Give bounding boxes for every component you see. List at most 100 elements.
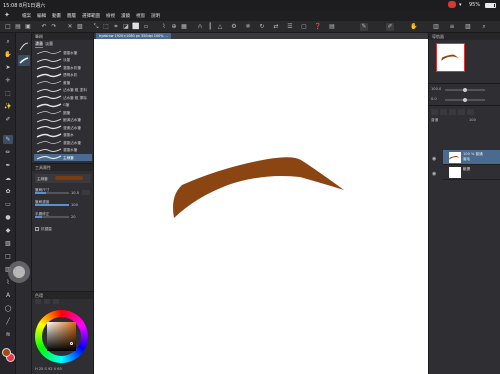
merge-layer-button[interactable] [458, 109, 465, 115]
hue-ring[interactable] [35, 310, 88, 363]
material-icon[interactable]: ▨ [464, 23, 472, 31]
layer-row-eyebrow[interactable]: 100 % 普通 眉毛 [443, 150, 500, 165]
brush-item[interactable]: 濃墨水彩筆 [34, 64, 92, 71]
new-layer-button[interactable] [431, 109, 438, 115]
figure-icon[interactable]: □ [3, 252, 13, 261]
hand-tool-icon[interactable]: ✋ [3, 50, 13, 59]
gear-icon[interactable]: ✵ [244, 23, 252, 31]
antialias-checkbox[interactable] [35, 227, 39, 231]
pen-tool-icon[interactable]: ✎ [3, 135, 13, 144]
auto-select-icon[interactable]: ✨ [3, 102, 13, 111]
menu-item[interactable]: 說明 [151, 13, 160, 19]
density-row[interactable]: 筆刷濃度 100 [35, 200, 92, 208]
help-icon[interactable]: ❓ [314, 23, 322, 31]
deselect-icon[interactable]: ⬚ [102, 23, 110, 31]
brush-item[interactable]: 畫筆 [34, 79, 92, 86]
airbrush-icon[interactable]: ☁ [3, 174, 13, 183]
menu-item[interactable]: 圖層 [67, 13, 76, 19]
fill-icon[interactable]: ▧ [76, 23, 84, 31]
brush-tab[interactable]: 淡墨 [45, 40, 53, 48]
shrink-selection-icon[interactable]: ▫ [142, 23, 150, 31]
assistive-touch-button[interactable] [8, 261, 30, 283]
brush-item[interactable]: 沾水筆 粗 擦除 [34, 94, 92, 101]
new-folder-button[interactable] [440, 109, 447, 115]
hand-icon[interactable]: ✋ [410, 23, 418, 31]
layer-row-paper[interactable]: 紙張 [443, 165, 500, 180]
blend-mode-select[interactable]: 普通 [431, 118, 438, 123]
undo-icon[interactable]: ↶ [40, 23, 48, 31]
transform-icon[interactable]: ⤡ [92, 23, 100, 31]
app-menu-icon[interactable]: ✦ [4, 11, 10, 19]
antialias-row[interactable]: 抗鋸齒 [35, 224, 92, 232]
gradient-icon[interactable]: ▧ [3, 239, 13, 248]
brush-tab[interactable]: 濃墨 [35, 40, 43, 48]
brush-item[interactable]: 濃墨水筆 [34, 49, 92, 56]
save-icon[interactable]: ▣ [24, 23, 32, 31]
eraser-icon[interactable]: ▭ [3, 200, 13, 209]
navigator-thumbnail[interactable] [436, 43, 465, 72]
opacity-value[interactable]: 100 [469, 118, 476, 122]
settings-icon[interactable]: ⚙ [230, 23, 238, 31]
invert-selection-icon[interactable]: ◪ [122, 23, 130, 31]
zoom-tool-icon[interactable]: ⌕ [3, 37, 13, 46]
rotate-slider[interactable] [445, 98, 485, 102]
text-tool-icon[interactable]: A [3, 291, 13, 300]
color-marker[interactable] [70, 342, 73, 345]
menu-item[interactable]: 檔案 [22, 13, 31, 19]
sub-tool-pen-icon[interactable] [18, 41, 30, 52]
eye-icon[interactable]: ◉ [432, 171, 436, 177]
brush-item[interactable]: 沾水筆 粗 塗料 [34, 87, 92, 94]
menu-item[interactable]: 檢視 [106, 13, 115, 19]
blend-icon[interactable]: ● [3, 213, 13, 222]
panels-icon[interactable]: ▥ [432, 23, 440, 31]
menu-item[interactable]: 動畫 [52, 13, 61, 19]
crop-icon[interactable]: ⌗ [112, 23, 120, 31]
menu-item[interactable]: 選擇範圍 [82, 13, 100, 19]
color-tab-wheel[interactable] [35, 299, 41, 304]
main-color-swatch[interactable] [2, 348, 11, 357]
selection-tool-icon[interactable]: ⬚ [3, 89, 13, 98]
brush-item[interactable]: 漫畫沾水筆 [34, 124, 92, 131]
brush-item[interactable]: 濃墨水 [34, 132, 92, 139]
pencil-tool-icon[interactable]: ✏ [3, 148, 13, 157]
stabilize-slider[interactable] [35, 216, 69, 218]
brush-item[interactable]: 透明水彩 [34, 72, 92, 79]
magnet-icon[interactable]: ∩ [196, 23, 204, 31]
layers-icon[interactable]: ≡ [448, 23, 456, 31]
brush-item[interactable]: G筆 [34, 102, 92, 109]
rotate-knob[interactable] [463, 98, 467, 102]
guide-icon[interactable]: ┃ [206, 23, 214, 31]
menu-item[interactable]: 編輯 [37, 13, 46, 19]
correct-line-icon[interactable]: ╱ [3, 317, 13, 326]
perspective-icon[interactable]: △ [216, 23, 224, 31]
snap-icon[interactable]: ⊕ [170, 23, 178, 31]
brush-size-row[interactable]: 筆刷尺寸 10.0 [35, 188, 92, 196]
eye-icon[interactable]: ◉ [432, 156, 436, 162]
duplicate-layer-button[interactable] [449, 109, 456, 115]
brush-size-slider[interactable] [35, 192, 69, 194]
decoration-icon[interactable]: ✿ [3, 187, 13, 196]
expand-selection-icon[interactable]: ⬜ [132, 23, 140, 31]
search-icon[interactable]: ⌕ [480, 23, 488, 31]
density-slider[interactable] [35, 204, 69, 206]
brush-size-stepper[interactable] [82, 190, 90, 195]
clear-icon[interactable]: ✕ [66, 23, 74, 31]
menu-item[interactable]: 濾鏡 [121, 13, 130, 19]
zoom-slider[interactable] [445, 88, 485, 92]
brush-item[interactable]: 濃墨水筆 [34, 147, 92, 154]
brush-tool-icon[interactable]: ✒ [3, 161, 13, 170]
open-icon[interactable]: ▤ [14, 23, 22, 31]
fill-tool-icon[interactable]: ◆ [3, 226, 13, 235]
redo-icon[interactable]: ↷ [50, 23, 58, 31]
stabilize-row[interactable]: 手震修正 20 [35, 212, 92, 220]
brush-item[interactable]: 飽滿沾水筆 [34, 117, 92, 124]
delete-layer-button[interactable] [467, 109, 474, 115]
saturation-value-square[interactable] [47, 322, 76, 351]
grid-icon[interactable]: ▦ [180, 23, 188, 31]
color-tab-slider[interactable] [44, 299, 50, 304]
menu-item[interactable]: 視窗 [136, 13, 145, 19]
companion-icon[interactable]: ▢ [300, 23, 308, 31]
eyedropper-icon[interactable]: ✐ [3, 115, 13, 124]
history-icon[interactable]: ☰ [286, 23, 294, 31]
balloon-icon[interactable]: ◯ [3, 304, 13, 313]
